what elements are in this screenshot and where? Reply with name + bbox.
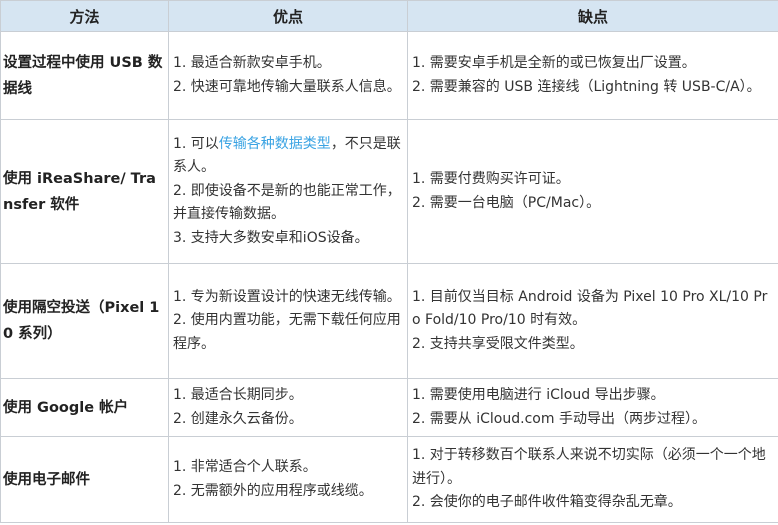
header-row: 方法 优点 缺点 [0,0,778,32]
cons-item: 1. 目前仅当目标 Android 设备为 Pixel 10 Pro XL/10… [412,288,768,329]
method-cell: 使用 iReaShare/ Transfer 软件 [0,119,169,264]
method-cell: 使用 Google 帐户 [0,378,169,437]
pros-item: 2. 创建永久云备份。 [173,410,303,427]
pros-item: 1. 最适合长期同步。 [173,387,303,403]
cons-item: 2. 需要兼容的 USB 连接线（Lightning 转 USB-C/A）。 [412,78,761,95]
cons-item: 1. 对于转移数百个联系人来说不切实际（必须一个一个地进行）。 [412,447,766,487]
cons-item: 2. 需要一台电脑（PC/Mac）。 [412,194,601,211]
cons-item: 1. 需要使用电脑进行 iCloud 导出步骤。 [412,387,665,403]
table-row: 使用 iReaShare/ Transfer 软件 1. 可以传输各种数据类型，… [0,119,778,264]
cons-cell: 1. 对于转移数百个联系人来说不切实际（必须一个一个地进行）。 2. 会使你的电… [407,436,778,523]
pros-item: 1. 专为新设置设计的快速无线传输。 [173,288,401,305]
pros-item: 2. 使用内置功能，无需下载任何应用程序。 [173,312,401,352]
pros-item: 1. 最适合新款安卓手机。 [173,55,331,71]
cons-cell: 1. 需要付费购买许可证。 2. 需要一台电脑（PC/Mac）。 [407,119,778,264]
pros-cell: 1. 最适合长期同步。 2. 创建永久云备份。 [168,378,408,437]
table-row: 使用电子邮件 1. 非常适合个人联系。 2. 无需额外的应用程序或线缆。 1. … [0,436,778,523]
pros-item-prefix: 1. 可以 [173,135,219,152]
pros-cell: 1. 最适合新款安卓手机。 2. 快速可靠地传输大量联系人信息。 [168,31,408,120]
table-row: 设置过程中使用 USB 数据线 1. 最适合新款安卓手机。 2. 快速可靠地传输… [0,31,778,120]
pros-item: 1. 可以传输各种数据类型，不只是联系人。 [173,133,404,180]
method-cell: 使用隔空投送（Pixel 10 系列） [0,263,169,379]
cons-item: 2. 需要从 iCloud.com 手动导出（两步过程）。 [412,410,706,427]
pros-item: 2. 快速可靠地传输大量联系人信息。 [173,78,401,95]
header-method: 方法 [0,0,169,32]
cons-cell: 1. 目前仅当目标 Android 设备为 Pixel 10 Pro XL/10… [407,263,778,379]
pros-item: 3. 支持大多数安卓和iOS设备。 [173,229,369,246]
pros-cell: 1. 可以传输各种数据类型，不只是联系人。 2. 即使设备不是新的也能正常工作，… [168,119,408,264]
cons-cell: 1. 需要使用电脑进行 iCloud 导出步骤。 2. 需要从 iCloud.c… [407,378,778,437]
method-cell: 设置过程中使用 USB 数据线 [0,31,169,120]
header-pros: 优点 [168,0,408,32]
cons-item: 2. 支持共享受限文件类型。 [412,335,584,352]
pros-cell: 1. 非常适合个人联系。 2. 无需额外的应用程序或线缆。 [168,436,408,523]
pros-cell: 1. 专为新设置设计的快速无线传输。 2. 使用内置功能，无需下载任何应用程序。 [168,263,408,379]
data-types-link[interactable]: 传输各种数据类型 [219,136,331,152]
cons-item: 2. 会使你的电子邮件收件箱变得杂乱无章。 [412,494,682,511]
pros-item: 2. 无需额外的应用程序或线缆。 [173,482,373,499]
method-cell: 使用电子邮件 [0,436,169,523]
cons-item: 1. 需要安卓手机是全新的或已恢复出厂设置。 [412,55,696,71]
header-cons: 缺点 [407,0,778,32]
table-row: 使用隔空投送（Pixel 10 系列） 1. 专为新设置设计的快速无线传输。 2… [0,263,778,379]
pros-item: 2. 即使设备不是新的也能正常工作，并直接传输数据。 [173,182,401,223]
cons-cell: 1. 需要安卓手机是全新的或已恢复出厂设置。 2. 需要兼容的 USB 连接线（… [407,31,778,120]
pros-item: 1. 非常适合个人联系。 [173,459,317,475]
comparison-table: 方法 优点 缺点 设置过程中使用 USB 数据线 1. 最适合新款安卓手机。 2… [0,0,778,523]
table-row: 使用 Google 帐户 1. 最适合长期同步。 2. 创建永久云备份。 1. … [0,378,778,437]
cons-item: 1. 需要付费购买许可证。 [412,171,570,187]
